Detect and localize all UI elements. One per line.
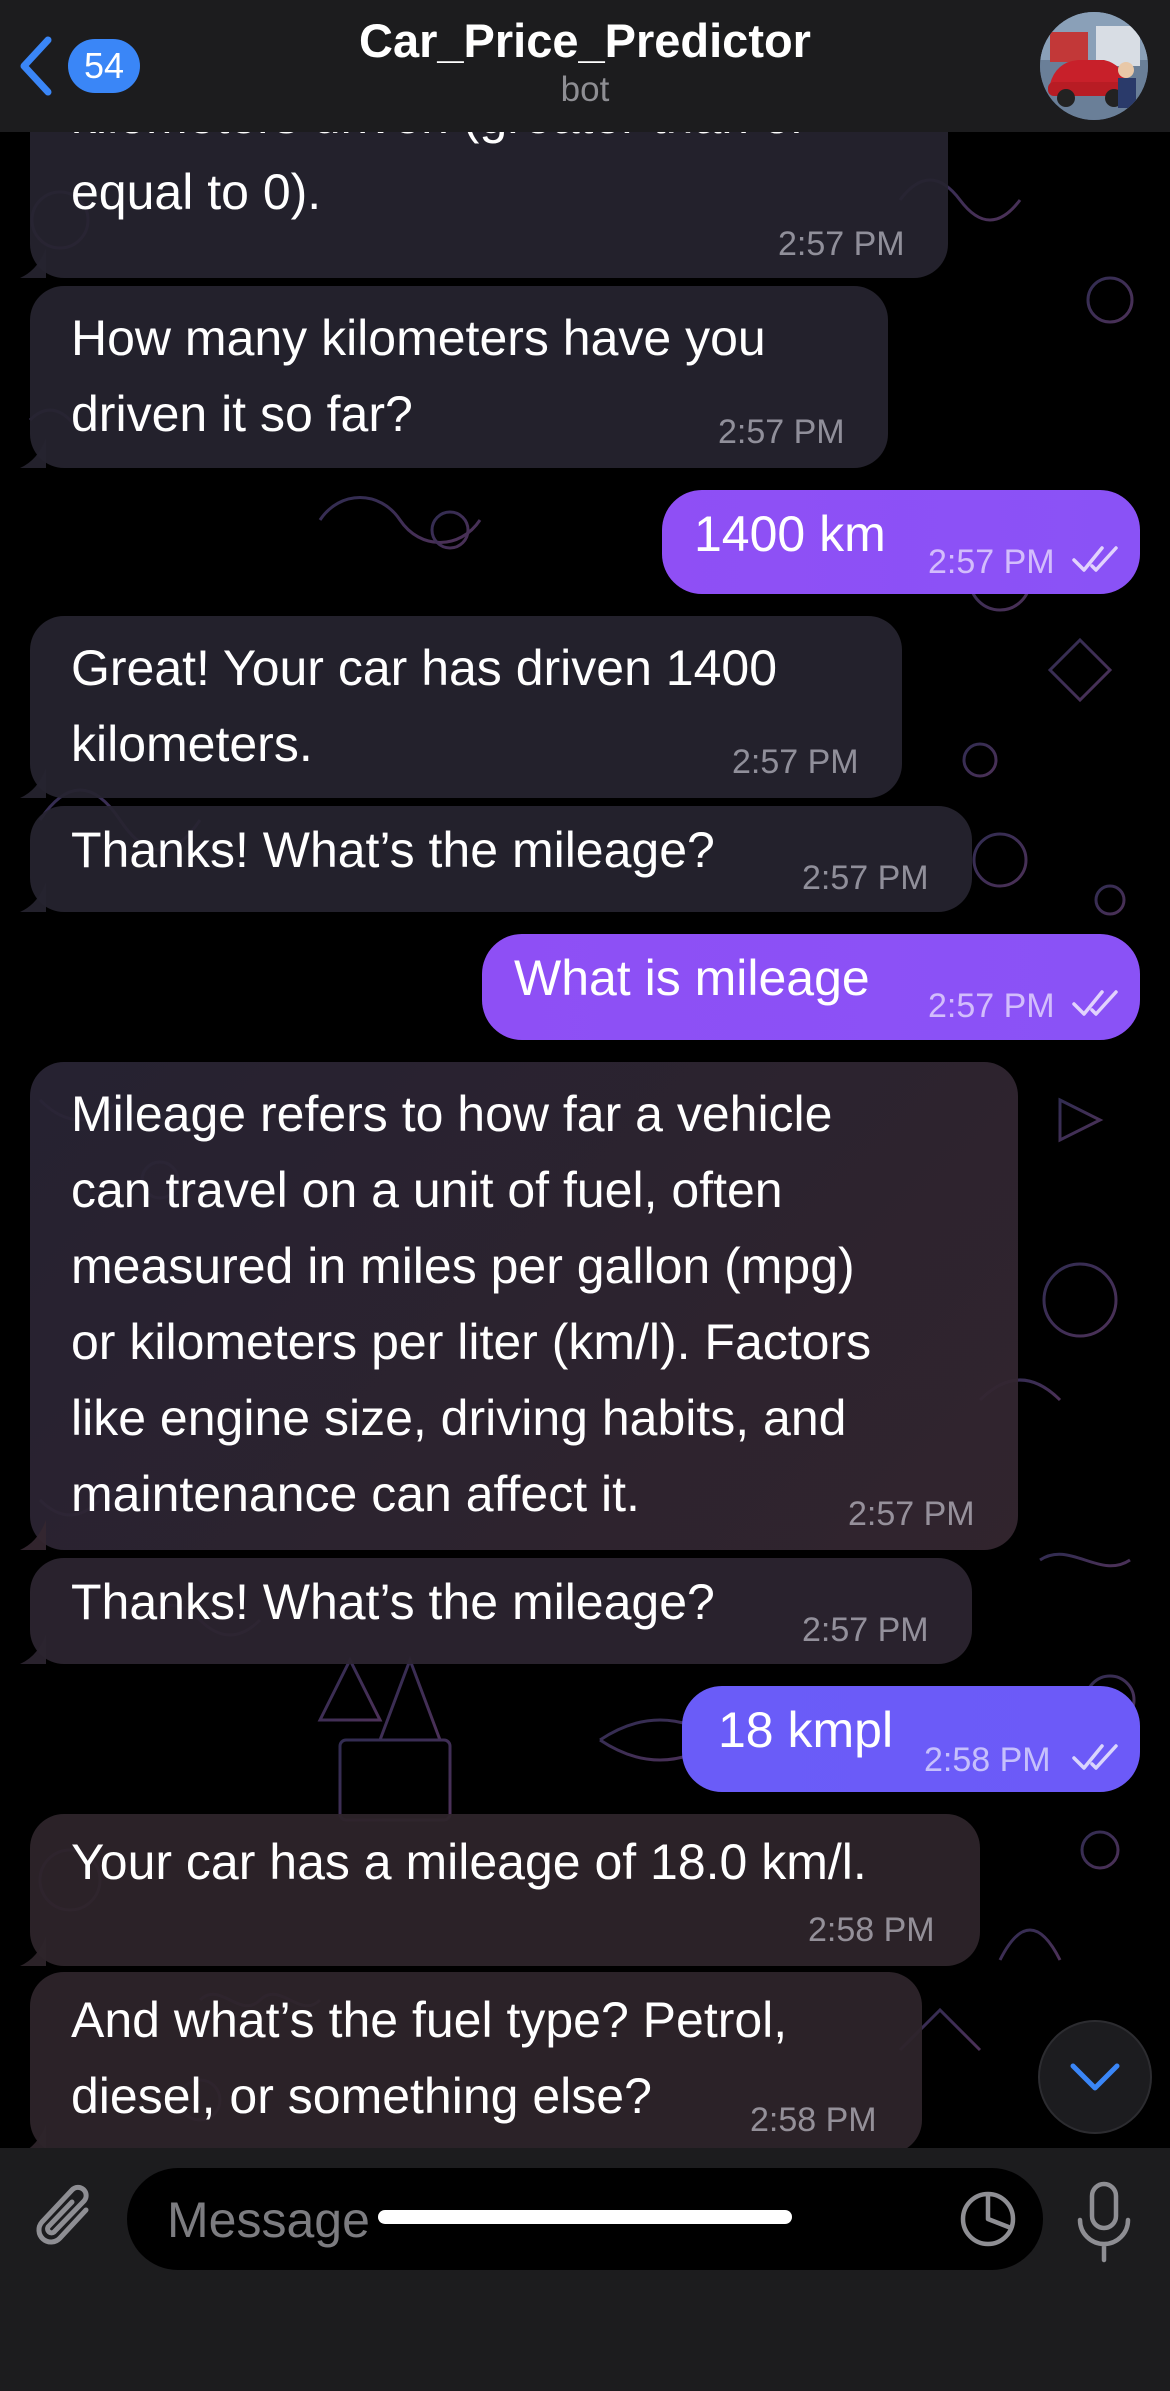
sticker-icon[interactable] bbox=[959, 2190, 1017, 2248]
bot-avatar[interactable] bbox=[1040, 12, 1148, 120]
message-time: 2:57 PM bbox=[732, 743, 859, 781]
message-bubble-incoming[interactable]: Thanks! What’s the mileage? 2:57 PM bbox=[20, 1558, 972, 1664]
message-bubble-incoming[interactable]: Great! Your car has driven 1400 kilometer… bbox=[20, 616, 902, 798]
paperclip-icon[interactable] bbox=[30, 2180, 102, 2260]
home-indicator[interactable] bbox=[378, 2210, 792, 2224]
microphone-icon[interactable] bbox=[1074, 2180, 1134, 2264]
message-bubble-incoming[interactable]: Your car has a mileage of 18.0 km/l. 2:5… bbox=[20, 1814, 980, 1966]
message-time: 2:57 PM bbox=[928, 987, 1055, 1025]
message-bubble-incoming[interactable]: How many kilometers have you driven it so… bbox=[20, 286, 888, 468]
double-check-icon bbox=[1072, 546, 1118, 572]
scroll-to-bottom-button[interactable] bbox=[1038, 2020, 1152, 2134]
message-text: Your car has a mileage of 18.0 km/l. bbox=[71, 1834, 867, 1890]
message-time: 2:58 PM bbox=[750, 2101, 877, 2139]
message-bubble-incoming[interactable]: And what’s the fuel type? Petrol, diesel,… bbox=[20, 1972, 922, 2154]
bubble-tail bbox=[20, 1520, 46, 1550]
bubble-tail bbox=[20, 1634, 46, 1664]
double-check-icon bbox=[1072, 990, 1118, 1016]
message-time: 2:57 PM bbox=[802, 1611, 929, 1649]
message-time: 2:58 PM bbox=[924, 1741, 1051, 1779]
message-time: 2:57 PM bbox=[802, 859, 929, 897]
chat-header: 54 Car_Price_Predictor bot bbox=[0, 0, 1170, 132]
chevron-left-icon bbox=[20, 36, 52, 96]
back-button[interactable]: 54 bbox=[18, 30, 168, 102]
chat-title-area[interactable]: Car_Price_Predictor bot bbox=[260, 10, 910, 112]
unread-count-badge: 54 bbox=[68, 39, 141, 93]
chat-subtitle: bot bbox=[560, 70, 610, 109]
bubble-tail bbox=[20, 768, 46, 798]
message-time: 2:57 PM bbox=[928, 543, 1055, 581]
message-time: 2:57 PM bbox=[718, 413, 845, 451]
message-bubble-outgoing[interactable]: What is mileage 2:57 PM bbox=[482, 934, 1140, 1040]
chevron-down-icon bbox=[1070, 2063, 1120, 2091]
bubble-tail bbox=[20, 248, 46, 278]
car-avatar-icon bbox=[1040, 12, 1148, 120]
message-time: 2:57 PM bbox=[848, 1495, 975, 1533]
message-text: Mileage refers to how far a vehicle can t… bbox=[71, 1086, 872, 1522]
chat-title: Car_Price_Predictor bbox=[359, 14, 811, 67]
message-composer bbox=[0, 2148, 1170, 2391]
bubble-tail bbox=[20, 1936, 46, 1966]
message-time: 2:57 PM bbox=[778, 225, 905, 263]
message-bubble-outgoing[interactable]: 18 kmpl 2:58 PM bbox=[682, 1686, 1140, 1792]
message-bubble-outgoing[interactable]: 1400 km 2:57 PM bbox=[662, 490, 1140, 594]
message-bubble-incoming[interactable]: Mileage refers to how far a vehicle can t… bbox=[20, 1062, 1018, 1550]
bubble-tail bbox=[20, 882, 46, 912]
message-bubble-incoming[interactable]: Thanks! What’s the mileage? 2:57 PM bbox=[20, 806, 972, 912]
message-time: 2:58 PM bbox=[808, 1911, 935, 1949]
double-check-icon bbox=[1072, 1744, 1118, 1770]
bubble-tail bbox=[20, 438, 46, 468]
